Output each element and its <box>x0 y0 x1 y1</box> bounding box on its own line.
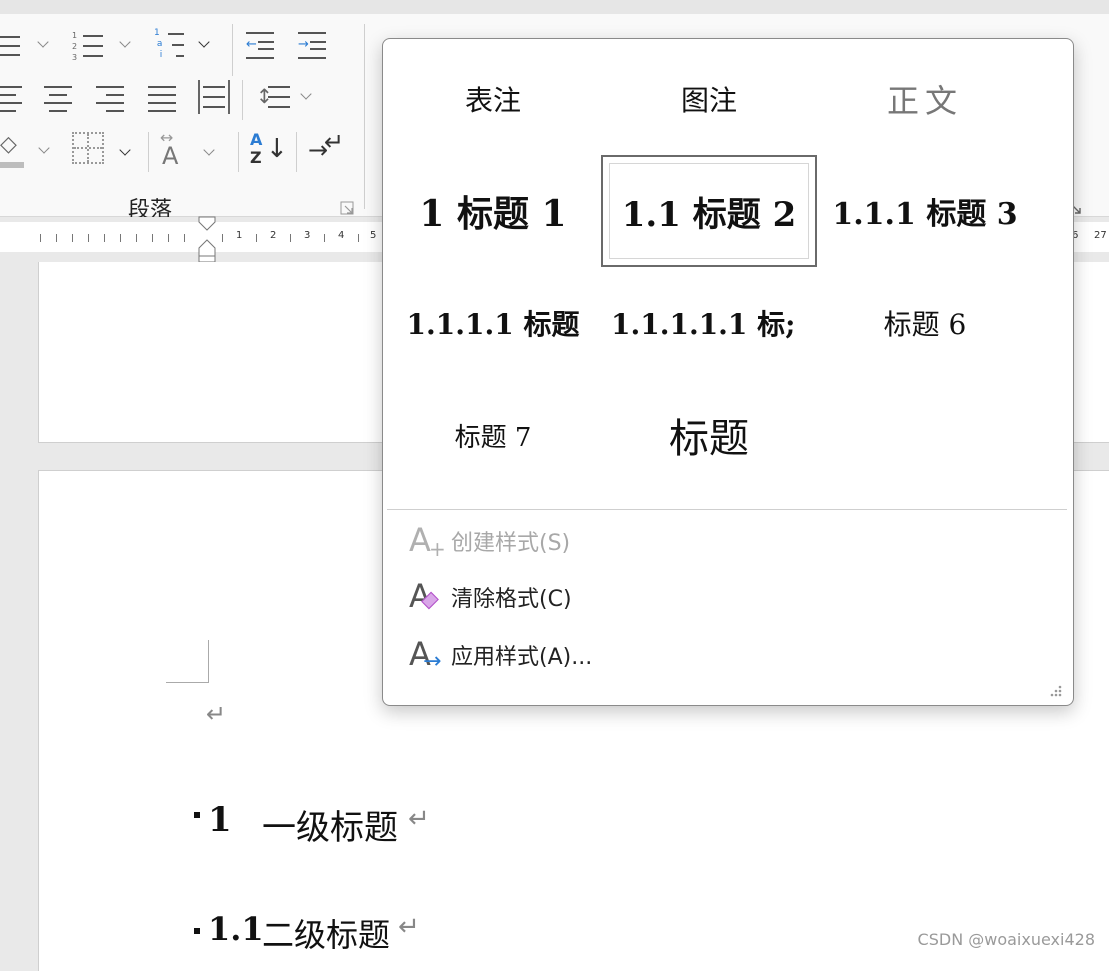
numbering-icon[interactable]: 123 <box>72 30 106 64</box>
create-style-icon: A + <box>409 521 446 561</box>
style-heading-4[interactable]: 1.1.1.1 标题 <box>385 267 601 379</box>
clear-formatting-menu-item[interactable]: A 清除格式(C) <box>403 575 1003 619</box>
apply-styles-icon: A → <box>409 635 442 674</box>
asian-layout-icon[interactable]: ↔ A <box>160 128 194 172</box>
heading2-number: 1.1 <box>208 910 264 948</box>
apply-styles-menu-item[interactable]: A → 应用样式(A)... <box>403 633 1003 677</box>
sort-icon[interactable]: A Z ↓ <box>250 130 288 172</box>
style-table-caption[interactable]: 表注 <box>385 43 601 155</box>
multilevel-list-icon[interactable]: 1 a i <box>154 28 188 64</box>
ruler-tick <box>256 234 257 242</box>
style-figure-caption[interactable]: 图注 <box>601 43 817 155</box>
numbering-dropdown-chevron-icon[interactable] <box>119 36 131 48</box>
style-heading-5[interactable]: 1.1.1.1.1 标; <box>601 267 827 379</box>
asian-layout-dropdown-chevron-icon[interactable] <box>203 144 215 156</box>
bullets-dropdown-chevron-icon[interactable] <box>37 36 49 48</box>
borders-icon[interactable] <box>72 132 104 164</box>
line-spacing-dropdown-chevron-icon[interactable] <box>300 88 312 100</box>
shading-dropdown-chevron-icon[interactable] <box>38 142 50 154</box>
watermark: CSDN @woaixuexi428 <box>917 930 1095 949</box>
align-center-icon[interactable] <box>44 84 74 112</box>
paragraph-mark: ↵ <box>398 912 420 942</box>
style-heading-3[interactable]: 1.1.1 标题 3 <box>817 155 1033 267</box>
ruler-number: 5 <box>370 230 377 241</box>
ruler-tick <box>290 234 291 242</box>
separator <box>242 80 243 120</box>
ruler-tick <box>120 234 121 242</box>
clear-formatting-eraser-icon: A <box>403 577 441 617</box>
shading-icon[interactable]: ◇ <box>0 132 26 168</box>
ruler-number: 27 <box>1094 230 1107 241</box>
keep-with-next-marker <box>194 812 200 818</box>
increase-indent-icon[interactable]: → <box>298 32 328 60</box>
multilevel-dropdown-chevron-icon[interactable] <box>198 36 210 48</box>
window-top-strip <box>0 0 1109 14</box>
gallery-divider <box>387 509 1067 510</box>
ruler-tick <box>324 234 325 242</box>
ruler-number: 3 <box>304 230 311 241</box>
paragraph-dialog-launcher-icon[interactable] <box>340 200 354 215</box>
align-right-icon[interactable] <box>96 84 126 112</box>
separator <box>232 24 233 76</box>
style-heading-6[interactable]: 标题 6 <box>817 267 1033 379</box>
heading1-number: 1 <box>208 800 232 840</box>
ruler-number: 1 <box>236 230 243 241</box>
align-left-icon[interactable] <box>0 84 24 112</box>
first-line-indent-marker[interactable] <box>198 216 216 263</box>
distributed-icon[interactable] <box>198 80 230 114</box>
ruler-tick <box>72 234 73 242</box>
create-style-label: 创建样式(S) <box>451 531 571 556</box>
justify-icon[interactable] <box>148 84 178 112</box>
apply-styles-label: 应用样式(A)... <box>451 645 593 670</box>
decrease-indent-icon[interactable]: ← <box>246 32 276 60</box>
bullets-icon[interactable] <box>0 32 30 62</box>
style-normal[interactable]: 正文 <box>817 43 1033 155</box>
separator <box>238 132 239 172</box>
ruler-tick <box>168 234 169 242</box>
margin-corner-mark <box>166 640 209 683</box>
ruler-tick <box>104 234 105 242</box>
ruler-number: 4 <box>338 230 345 241</box>
ruler-tick <box>358 234 359 242</box>
ruler-tick <box>56 234 57 242</box>
ruler-tick <box>152 234 153 242</box>
heading1-text[interactable]: 一级标题 <box>262 800 398 849</box>
ruler-tick <box>40 234 41 242</box>
keep-with-next-marker <box>194 928 200 934</box>
ruler-tick <box>88 234 89 242</box>
heading2-text[interactable]: 二级标题 <box>262 910 390 956</box>
separator <box>364 24 365 209</box>
paragraph-mark: ↵ <box>206 700 227 728</box>
resize-grip-icon[interactable] <box>1049 683 1063 697</box>
ruler-number: 2 <box>270 230 277 241</box>
style-heading-1[interactable]: 1 标题 1 <box>385 155 601 267</box>
style-heading-2[interactable]: 1.1 标题 2 <box>601 155 817 267</box>
style-title[interactable]: 标题 <box>601 379 817 491</box>
show-formatting-marks-icon[interactable]: → ↵ <box>308 128 344 168</box>
styles-gallery-dropdown: 表注 图注 正文 1 标题 1 1.1 标题 2 1.1.1 标题 3 1.1.… <box>382 38 1074 706</box>
separator <box>148 132 149 172</box>
clear-formatting-label: 清除格式(C) <box>451 587 572 612</box>
ruler-tick <box>222 234 223 242</box>
ruler-tick <box>136 234 137 242</box>
borders-dropdown-chevron-icon[interactable] <box>119 144 131 156</box>
separator <box>296 132 297 172</box>
style-heading-7[interactable]: 标题 7 <box>385 379 601 491</box>
line-spacing-icon[interactable]: ↕ <box>256 80 292 114</box>
paragraph-mark: ↵ <box>408 804 430 834</box>
create-style-menu-item[interactable]: A + 创建样式(S) <box>403 519 1003 563</box>
ruler-tick <box>184 234 185 242</box>
